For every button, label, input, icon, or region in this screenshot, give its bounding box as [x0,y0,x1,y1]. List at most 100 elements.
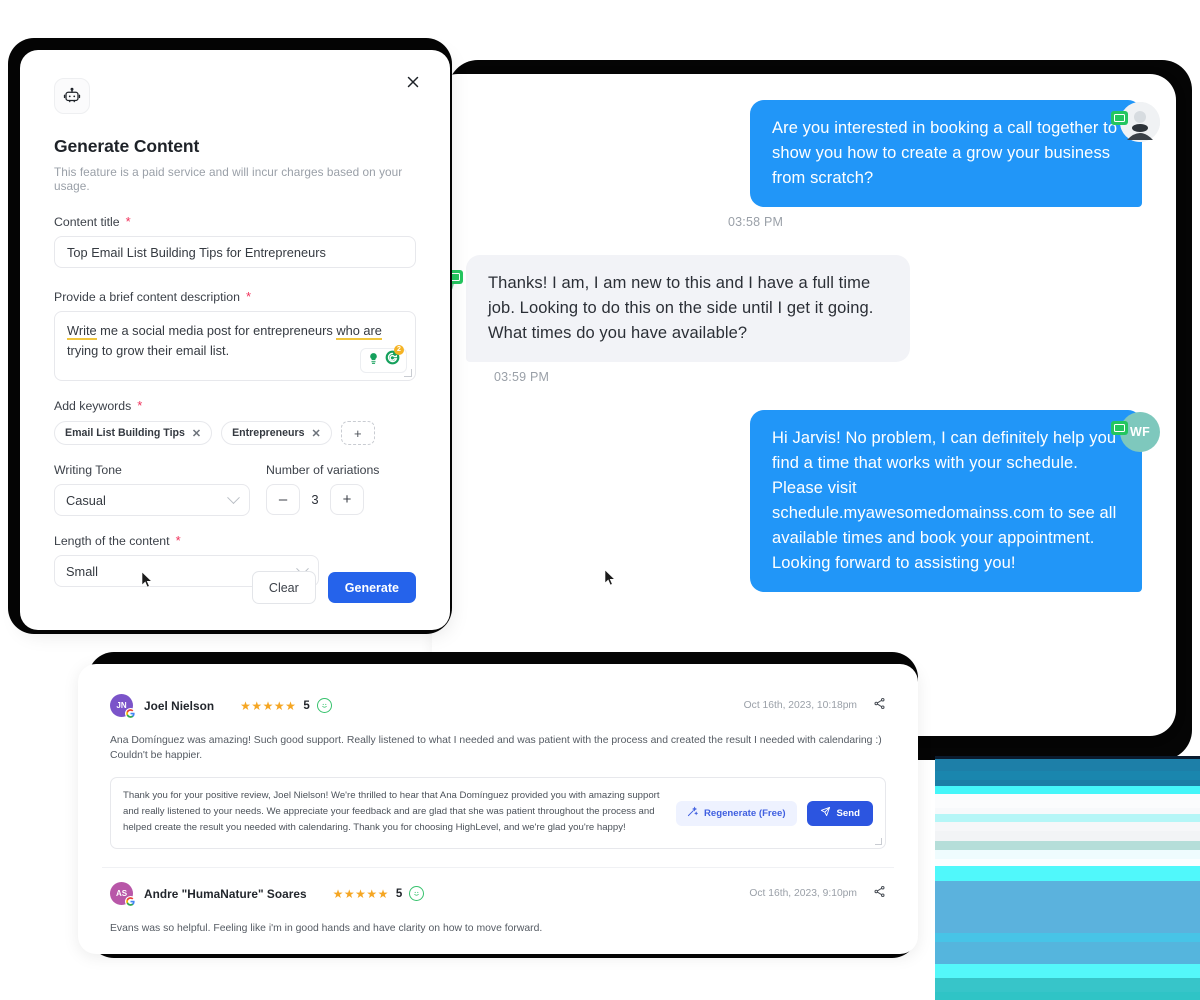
keywords-label: Add keywords * [54,399,416,413]
length-label: Length of the content * [54,534,416,548]
review-date: Oct 16th, 2023, 10:18pm [743,700,857,711]
composition-stage: Are you interested in booking a call tog… [0,0,1200,1000]
lightbulb-glyph [370,352,377,364]
google-icon [125,896,136,907]
gradient-stripe-11 [935,850,1200,859]
variations-increment-button[interactable]: + [330,484,364,515]
gradient-stripe-14 [935,881,1200,933]
send-glyph [820,806,830,817]
grammarly-icon[interactable]: 2 [385,345,404,371]
gradient-stripe-1 [935,759,1200,771]
chat-message-row: Are you interested in booking a call tog… [466,100,1142,207]
required-mark: * [245,289,251,304]
reviews-panel: JN Joel Nielson ★★★★★ 5 Oct 16th, 2023, … [78,664,918,954]
message-badge-icon [1111,111,1128,125]
chat-message-list[interactable]: Are you interested in booking a call tog… [432,74,1176,736]
smiley-glyph [322,703,327,708]
writing-tone-label: Writing Tone [54,463,122,477]
required-mark: * [137,398,143,413]
close-icon[interactable] [402,74,424,96]
gradient-stripe-8 [935,822,1200,831]
grammarly-badge: 2 [394,345,404,355]
description-value-part2: me a social media post for entrepreneurs [96,323,337,338]
gradient-stripe-7 [935,814,1200,822]
share-glyph [874,697,885,709]
share-icon[interactable] [873,697,886,715]
chat-timestamp: 03:59 PM [494,370,550,384]
gradient-stripe-5 [935,794,1200,808]
label-text: Length of the content [54,534,170,548]
label-text: Add keywords [54,399,132,413]
generate-content-modal: Generate Content This feature is a paid … [20,50,450,630]
regenerate-button[interactable]: Regenerate (Free) [675,800,797,826]
chat-timestamp: 03:58 PM [728,215,784,229]
chat-bubble-outgoing[interactable]: Are you interested in booking a call tog… [750,100,1142,207]
message-badge-icon [1111,421,1128,435]
robot-icon [54,78,90,114]
gradient-stripe-9 [935,831,1200,841]
length-value: Small [66,563,98,579]
smiley-positive-icon [409,886,425,901]
remove-keyword-icon[interactable]: ✕ [192,427,201,440]
rating-value: 5 [395,887,403,900]
mouse-cursor-modal [142,572,153,588]
gradient-stripe-10 [935,841,1200,850]
smiley-positive-icon [316,698,332,713]
review-item: AS Andre "HumaNature" Soares ★★★★★ 5 Oct… [102,868,894,954]
gradient-stripe-13 [935,866,1200,881]
robot-glyph [63,87,81,103]
keyword-chip[interactable]: Email List Building Tips ✕ [54,421,213,445]
variations-decrement-button[interactable]: – [266,484,300,515]
label-text: Content title [54,215,120,229]
review-author-name: Joel Nielson [144,698,215,713]
chat-bubble-incoming[interactable]: Thanks! I am, I am new to this and I hav… [466,255,910,362]
star-rating: ★★★★★ [332,886,389,901]
chat-avatar-outgoing-1[interactable] [1111,102,1160,142]
add-keyword-button[interactable]: + [340,421,375,445]
review-date: Oct 16th, 2023, 9:10pm [749,888,857,899]
reply-action-bar: Regenerate (Free) Send [675,800,873,826]
variations-label: Number of variations [266,463,380,477]
required-mark: * [175,533,181,548]
description-value-part3: who are [336,323,382,340]
chat-avatar-outgoing-2[interactable]: WF [1111,412,1160,452]
chat-message-row: Thanks! I am, I am new to this and I hav… [466,255,1142,362]
resize-handle-icon[interactable] [875,838,882,845]
resize-handle-icon[interactable] [404,369,412,377]
gradient-stripe-19 [935,992,1200,1000]
google-glyph [126,709,135,718]
share-icon[interactable] [873,885,886,903]
content-title-label: Content title * [54,215,416,229]
clear-button[interactable]: Clear [251,571,316,604]
writing-assistant-toolbar[interactable]: 2 [360,345,407,373]
remove-keyword-icon[interactable]: ✕ [312,427,321,440]
variations-stepper: – 3 + [266,484,416,515]
send-button[interactable]: Send [806,800,873,826]
modal-action-bar: Clear Generate [251,571,416,604]
magic-wand-icon [687,806,699,820]
generate-button[interactable]: Generate [327,572,416,603]
writing-tone-select[interactable]: Casual [54,484,250,516]
lightbulb-icon[interactable] [367,351,380,371]
review-text: Ana Domínguez was amazing! Such good sup… [110,735,882,761]
description-textarea[interactable]: Write me a social media post for entrepr… [54,311,416,381]
modal-subtitle: This feature is a paid service and will … [54,165,403,193]
gradient-stripes [935,756,1200,1000]
chat-message-row: Hi Jarvis! No problem, I can definitely … [466,410,1142,592]
google-icon [125,708,136,719]
content-title-input[interactable]: Top Email List Building Tips for Entrepr… [54,236,416,268]
share-glyph [874,885,885,897]
review-reply-editor[interactable]: Thank you for your positive review, Joel… [110,777,886,849]
keyword-chip[interactable]: Entrepreneurs ✕ [221,421,332,445]
description-value-part1: Write [67,323,97,340]
avatar: JN [110,694,136,719]
gradient-stripe-12 [935,859,1200,866]
google-glyph [126,897,135,906]
review-header: JN Joel Nielson ★★★★★ 5 Oct 16th, 2023, … [110,694,886,719]
description-value-part4: trying to grow their email list. [67,343,230,358]
review-author-name: Andre "HumaNature" Soares [144,886,307,901]
close-glyph [407,76,419,88]
review-header: AS Andre "HumaNature" Soares ★★★★★ 5 Oct… [110,882,886,907]
chat-bubble-outgoing[interactable]: Hi Jarvis! No problem, I can definitely … [750,410,1142,592]
keyword-chip-list: Email List Building Tips ✕ Entrepreneurs… [54,421,416,445]
